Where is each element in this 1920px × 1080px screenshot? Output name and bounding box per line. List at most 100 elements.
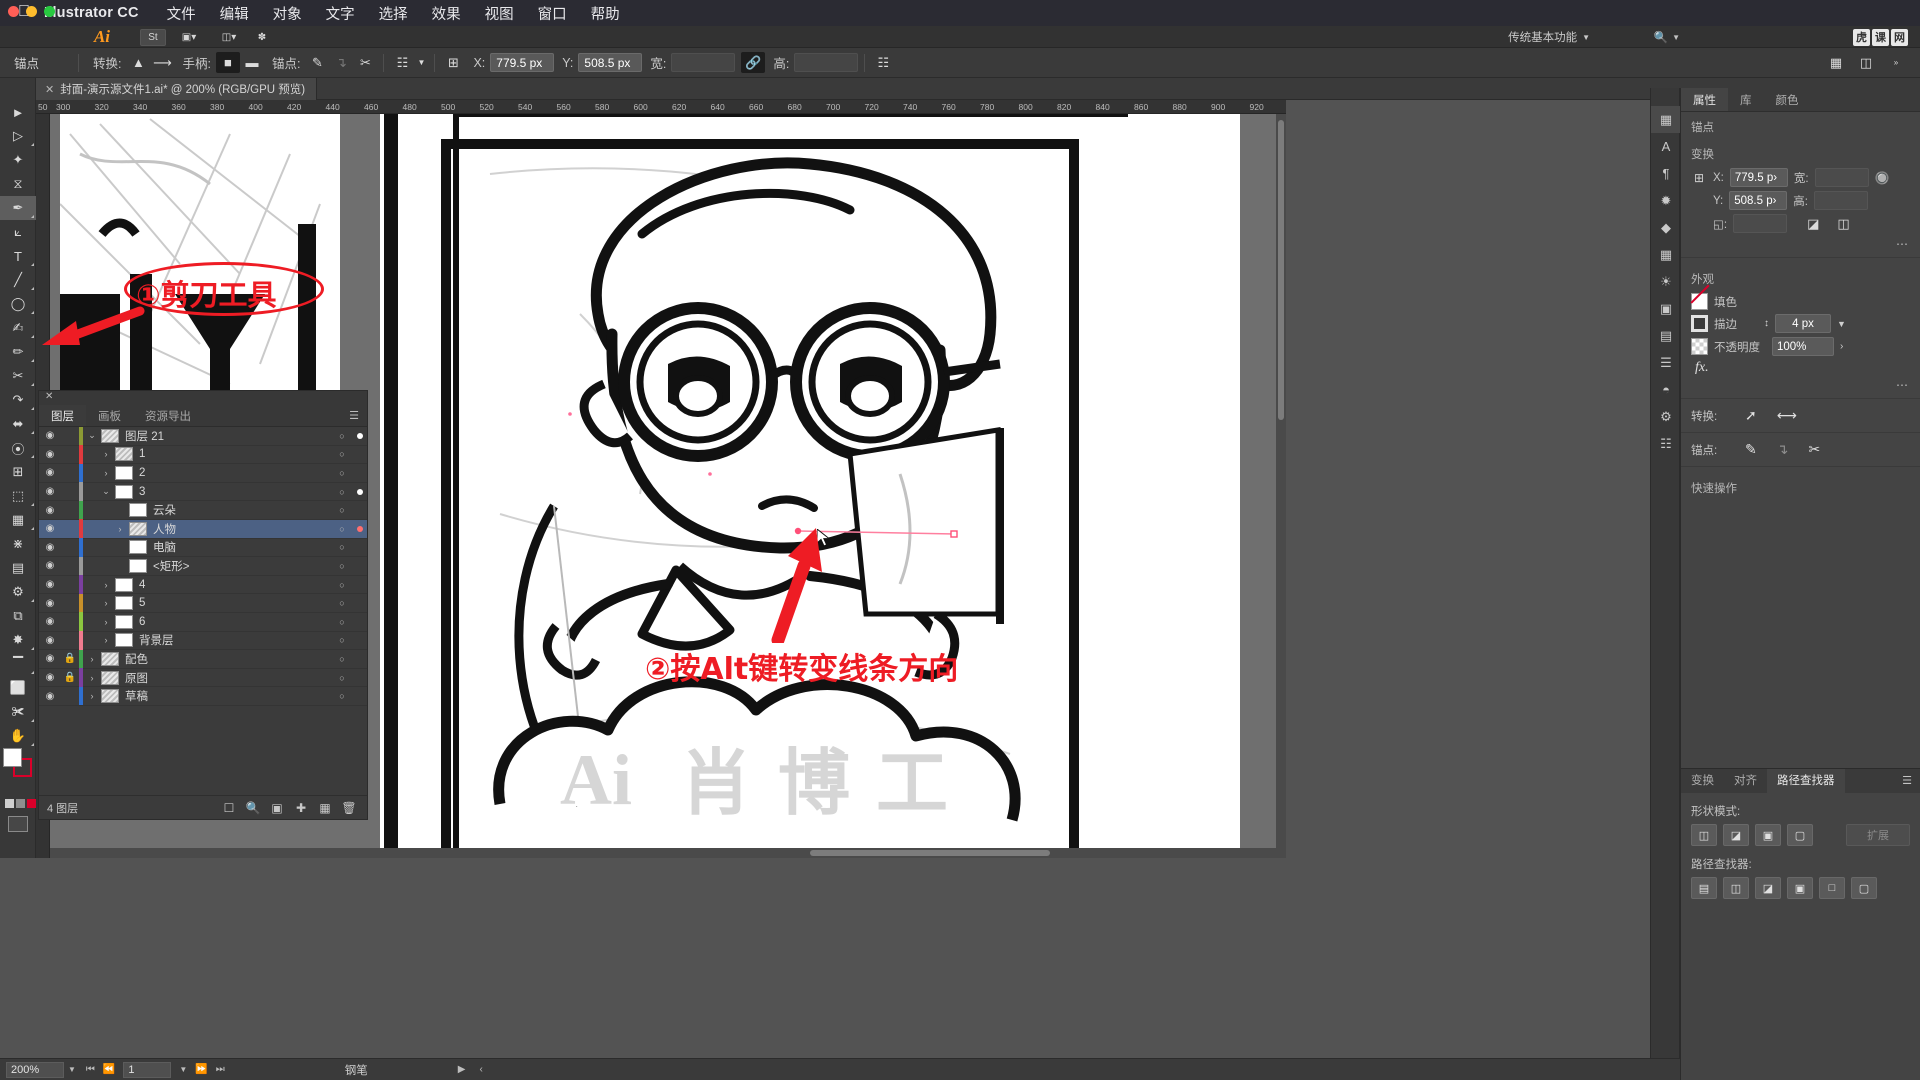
layer-name[interactable]: 电脑 bbox=[153, 539, 331, 555]
maximize-window-button[interactable] bbox=[44, 6, 55, 17]
tool-blend[interactable]: ⧉ bbox=[0, 604, 36, 628]
zoom-level-input[interactable]: 200% bbox=[6, 1061, 64, 1078]
eye-icon[interactable]: ◉ bbox=[39, 560, 61, 571]
trim-icon[interactable]: ◫ bbox=[1723, 877, 1749, 899]
panel-menu-icon[interactable]: ☰ bbox=[1894, 769, 1920, 793]
symbols-icon[interactable]: ◆ bbox=[1651, 214, 1681, 241]
tool-pen[interactable]: ✒ bbox=[0, 196, 36, 220]
layer-row[interactable]: ◉ › 1 ○ bbox=[39, 445, 367, 465]
target-indicator[interactable]: ○ bbox=[331, 487, 353, 497]
chevron-down-icon[interactable]: ▼ bbox=[1837, 319, 1846, 329]
angle-input[interactable] bbox=[1733, 214, 1788, 233]
chevron-left-icon[interactable]: ‹ bbox=[465, 1064, 482, 1075]
target-indicator[interactable]: ○ bbox=[331, 654, 353, 664]
tool-free-transform[interactable]: ⊞ bbox=[0, 460, 36, 484]
target-indicator[interactable]: ○ bbox=[331, 617, 353, 627]
appearance-icon[interactable]: ▣ bbox=[1651, 295, 1681, 322]
target-indicator[interactable]: ○ bbox=[331, 673, 353, 683]
tool-pencil[interactable]: ✏ bbox=[0, 340, 36, 364]
disclosure-triangle-icon[interactable]: ⌄ bbox=[97, 486, 115, 497]
artboard-right-strip[interactable] bbox=[1128, 114, 1238, 858]
fill-swatch[interactable] bbox=[3, 748, 22, 767]
paragraph-icon[interactable]: ¶ bbox=[1651, 160, 1681, 187]
gradient-button[interactable] bbox=[16, 799, 25, 808]
layer-row[interactable]: ◉ › 5 ○ bbox=[39, 593, 367, 613]
layer-name[interactable]: 草稿 bbox=[125, 688, 331, 704]
eye-icon[interactable]: ◉ bbox=[39, 653, 61, 664]
fill-stroke-swatches[interactable] bbox=[3, 748, 33, 780]
intersect-icon[interactable]: ▣ bbox=[1755, 824, 1781, 846]
stroke-swatch[interactable] bbox=[1691, 315, 1708, 332]
eye-icon[interactable]: ◉ bbox=[39, 505, 61, 516]
layer-row[interactable]: ◉ › 草稿 ○ bbox=[39, 686, 367, 706]
y-input[interactable]: 508.5 px bbox=[578, 53, 643, 72]
tab-library[interactable]: 库 bbox=[1728, 88, 1764, 111]
tool-curvature[interactable]: ⟀ bbox=[0, 220, 36, 244]
layer-name[interactable]: 原图 bbox=[125, 670, 331, 686]
libraries-icon[interactable]: ⚙ bbox=[1651, 403, 1681, 430]
expand-button[interactable]: 扩展 bbox=[1846, 824, 1910, 846]
minus-front-icon[interactable]: ◪ bbox=[1723, 824, 1749, 846]
target-indicator[interactable]: ○ bbox=[331, 691, 353, 701]
chevron-down-icon[interactable]: ▼ bbox=[179, 1065, 187, 1074]
layer-name[interactable]: 云朵 bbox=[153, 502, 331, 518]
none-button[interactable] bbox=[27, 799, 36, 808]
locate-object-icon[interactable]: ☐ bbox=[217, 801, 241, 815]
layer-row[interactable]: ◉ 🔒 › 原图 ○ bbox=[39, 668, 367, 688]
screen-mode-icon[interactable]: ◫▾ bbox=[212, 29, 246, 46]
panel-menu-icon[interactable]: ☰ bbox=[341, 405, 367, 426]
menu-item-type[interactable]: 文字 bbox=[314, 3, 367, 24]
layer-name[interactable]: 6 bbox=[139, 616, 331, 628]
align-icon[interactable]: ☷ bbox=[390, 52, 414, 73]
target-indicator[interactable]: ○ bbox=[331, 542, 353, 552]
height-input[interactable] bbox=[1813, 191, 1868, 210]
tab-properties[interactable]: 属性 bbox=[1681, 88, 1728, 111]
tool-rotate[interactable]: ↷ bbox=[0, 388, 36, 412]
tool-shape-builder[interactable]: ⬚ bbox=[0, 484, 36, 508]
menu-item-window[interactable]: 窗口 bbox=[526, 3, 579, 24]
unite-icon[interactable]: ◫ bbox=[1691, 824, 1717, 846]
target-indicator[interactable]: ○ bbox=[331, 580, 353, 590]
close-icon[interactable]: ✕ bbox=[45, 83, 54, 96]
layer-name[interactable]: 人物 bbox=[153, 521, 331, 537]
lock-icon[interactable]: 🔒 bbox=[61, 653, 79, 664]
artboards-icon[interactable]: ☷ bbox=[1651, 430, 1681, 457]
width-input[interactable] bbox=[1814, 168, 1869, 187]
layer-row[interactable]: ◉ 电脑 ○ bbox=[39, 538, 367, 558]
target-indicator[interactable]: ○ bbox=[331, 449, 353, 459]
layer-row[interactable]: ◉ › 人物 ○ bbox=[39, 519, 367, 539]
play-icon[interactable]: ▶ bbox=[368, 1064, 466, 1075]
minus-back-icon[interactable]: ▢ bbox=[1851, 877, 1877, 899]
divide-icon[interactable]: ▤ bbox=[1691, 877, 1717, 899]
layer-selection-indicator[interactable] bbox=[353, 430, 367, 442]
anchor-pen-icon[interactable]: ✎ bbox=[305, 52, 329, 73]
appearance-more-options-icon[interactable]: ⋯ bbox=[1681, 378, 1920, 392]
opacity-input[interactable]: 100% bbox=[1772, 337, 1834, 356]
character-icon[interactable]: A bbox=[1651, 133, 1681, 160]
eye-icon[interactable]: ◉ bbox=[39, 672, 61, 683]
tool-eyedropper[interactable]: ⚙ bbox=[0, 580, 36, 604]
layer-row[interactable]: ◉ ⌄ 图层 21 ○ bbox=[39, 426, 367, 446]
search-icon[interactable]: 🔍 bbox=[241, 801, 265, 815]
transparency-icon[interactable]: ◓ bbox=[1651, 376, 1681, 403]
document-tab[interactable]: ✕ 封面-演示源文件1.ai* @ 200% (RGB/GPU 预览) bbox=[36, 78, 318, 100]
target-indicator[interactable]: ○ bbox=[331, 598, 353, 608]
disclosure-triangle-icon[interactable]: › bbox=[111, 524, 129, 534]
anchor-cut-icon[interactable]: ✂ bbox=[1808, 441, 1820, 458]
opacity-swatch[interactable] bbox=[1691, 338, 1708, 355]
menu-item-object[interactable]: 对象 bbox=[261, 3, 314, 24]
chevron-down-icon[interactable]: ▼ bbox=[414, 52, 428, 73]
layer-name[interactable]: <矩形> bbox=[153, 558, 331, 574]
disclosure-triangle-icon[interactable]: › bbox=[97, 580, 115, 590]
height-input[interactable] bbox=[794, 53, 859, 72]
workspace-switcher[interactable]: 传统基本功能 ▼ bbox=[1508, 28, 1590, 46]
tab-artboards[interactable]: 画板 bbox=[86, 405, 133, 426]
prev-page-icon[interactable]: ⏪ bbox=[103, 1064, 115, 1075]
tool-perspective-grid[interactable]: ▦ bbox=[0, 508, 36, 532]
eye-icon[interactable]: ◉ bbox=[39, 598, 61, 609]
disclosure-triangle-icon[interactable]: › bbox=[97, 598, 115, 608]
tool-symbol-sprayer[interactable]: ✸ bbox=[0, 628, 36, 652]
eye-icon[interactable]: ◉ bbox=[39, 449, 61, 460]
flip-horizontal-icon[interactable]: ◪ bbox=[1807, 216, 1819, 232]
disclosure-triangle-icon[interactable]: › bbox=[83, 654, 101, 664]
